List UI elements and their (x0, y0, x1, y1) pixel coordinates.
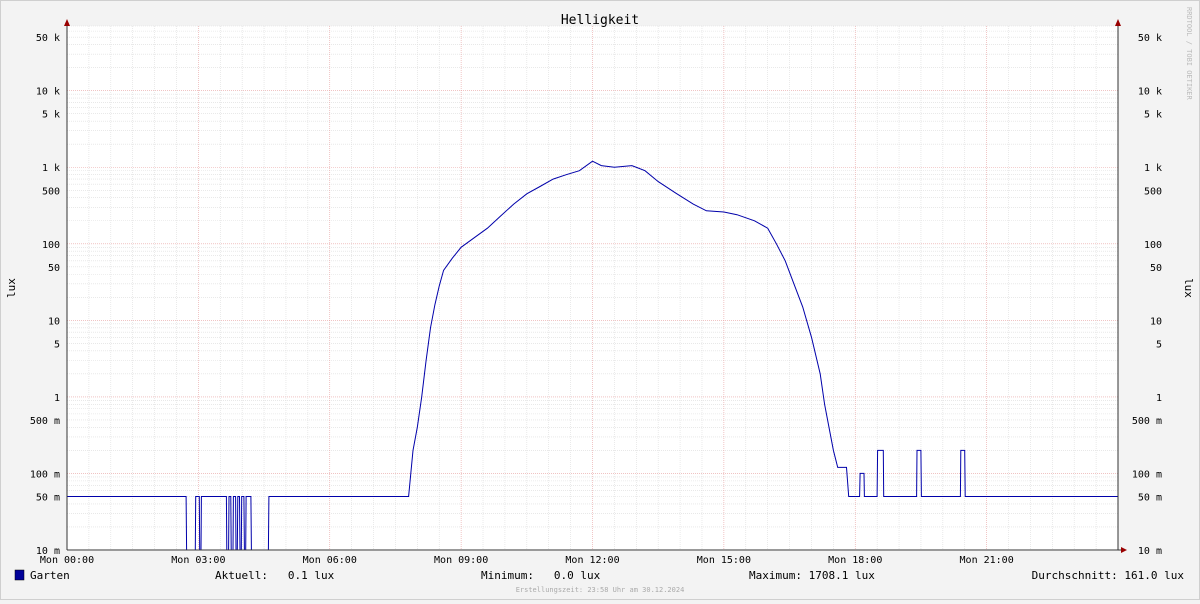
y-tick-labels-left: 50 k 10 k 5 k 1 k 500 100 50 10 5 1 500 m 100 m 50 m… (30, 33, 60, 557)
y-tick-label-left: 5 k (42, 110, 60, 121)
y-axis-left-arrow-icon (64, 19, 70, 26)
y-tick-label-right: 50 (1150, 263, 1162, 274)
stat-minimum: Minimum: 0.0 lux (481, 569, 601, 582)
chart-frame: 50 k 10 k 5 k 1 k 500 100 50 10 5 1 500 m 100 m 50 m… (0, 0, 1200, 600)
legend-label-garten: Garten (30, 569, 70, 582)
y-tick-label-left: 10 k (36, 87, 60, 98)
y-tick-label-right: 5 k (1144, 110, 1162, 121)
x-tick-label: Mon 21:00 (960, 555, 1014, 566)
y-tick-label-right: 500 m (1132, 416, 1162, 427)
x-tick-label: Mon 06:00 (303, 555, 357, 566)
x-tick-label: Mon 12:00 (565, 555, 619, 566)
y-tick-label-left: 5 (54, 339, 60, 350)
y-tick-label-left: 10 (48, 316, 60, 327)
y-tick-label-left: 50 k (36, 33, 60, 44)
legend-swatch-garten (14, 569, 25, 581)
y-tick-label-left: 1 (54, 393, 60, 404)
watermark: RRDTOOL / TOBI OETIKER (1185, 7, 1193, 101)
x-tick-labels: Mon 00:00 Mon 03:00 Mon 06:00 Mon 09:00 Mon … (40, 555, 1014, 566)
y-tick-label-right: 10 (1150, 316, 1162, 327)
y-tick-label-left: 500 m (30, 416, 60, 427)
x-tick-label: Mon 09:00 (434, 555, 488, 566)
y-tick-label-right: 100 (1144, 240, 1162, 251)
stat-maximum: Maximum: 1708.1 lux (749, 569, 875, 582)
y-tick-label-left: 100 (42, 240, 60, 251)
footer-timestamp: Erstellungszeit: 23:58 Uhr am 30.12.2024 (516, 586, 685, 594)
y-tick-label-left: 1 k (42, 163, 60, 174)
y-tick-label-right: 5 (1156, 339, 1162, 350)
chart: 50 k 10 k 5 k 1 k 500 100 50 10 5 1 500 m 100 m 50 m… (5, 7, 1195, 594)
y-tick-label-right: 1 (1156, 393, 1162, 404)
y-tick-label-right: 50 m (1138, 492, 1162, 503)
y-tick-label-left: 500 (42, 186, 60, 197)
y-tick-label-right: 10 k (1138, 87, 1162, 98)
x-tick-label: Mon 18:00 (828, 555, 882, 566)
y-tick-label-right: 1 k (1144, 163, 1162, 174)
x-axis-arrow-icon (1121, 547, 1127, 553)
y-tick-label-right: 500 (1144, 186, 1162, 197)
y-tick-labels-right: 50 k 10 k 5 k 1 k 500 100 50 10 5 1 500 m 100 m 50 m… (1132, 33, 1162, 557)
y-axis-right-arrow-icon (1115, 19, 1121, 26)
y-tick-label-right: 50 k (1138, 33, 1162, 44)
y-tick-label-left: 100 m (30, 469, 60, 480)
x-tick-label: Mon 15:00 (697, 555, 751, 566)
y-tick-label-right: 100 m (1132, 469, 1162, 480)
chart-title: Helligkeit (561, 13, 639, 28)
y-tick-label-left: 50 (48, 263, 60, 274)
stat-average: Durchschnitt: 161.0 lux (1032, 569, 1185, 582)
y-axis-label-right: lux (1182, 278, 1195, 298)
x-tick-label: Mon 03:00 (171, 555, 225, 566)
stat-current: Aktuell: 0.1 lux (215, 569, 335, 582)
x-tick-label: Mon 00:00 (40, 555, 94, 566)
y-tick-label-left: 50 m (36, 492, 60, 503)
y-axis-label-left: lux (5, 278, 18, 298)
y-tick-label-right: 10 m (1138, 546, 1162, 557)
